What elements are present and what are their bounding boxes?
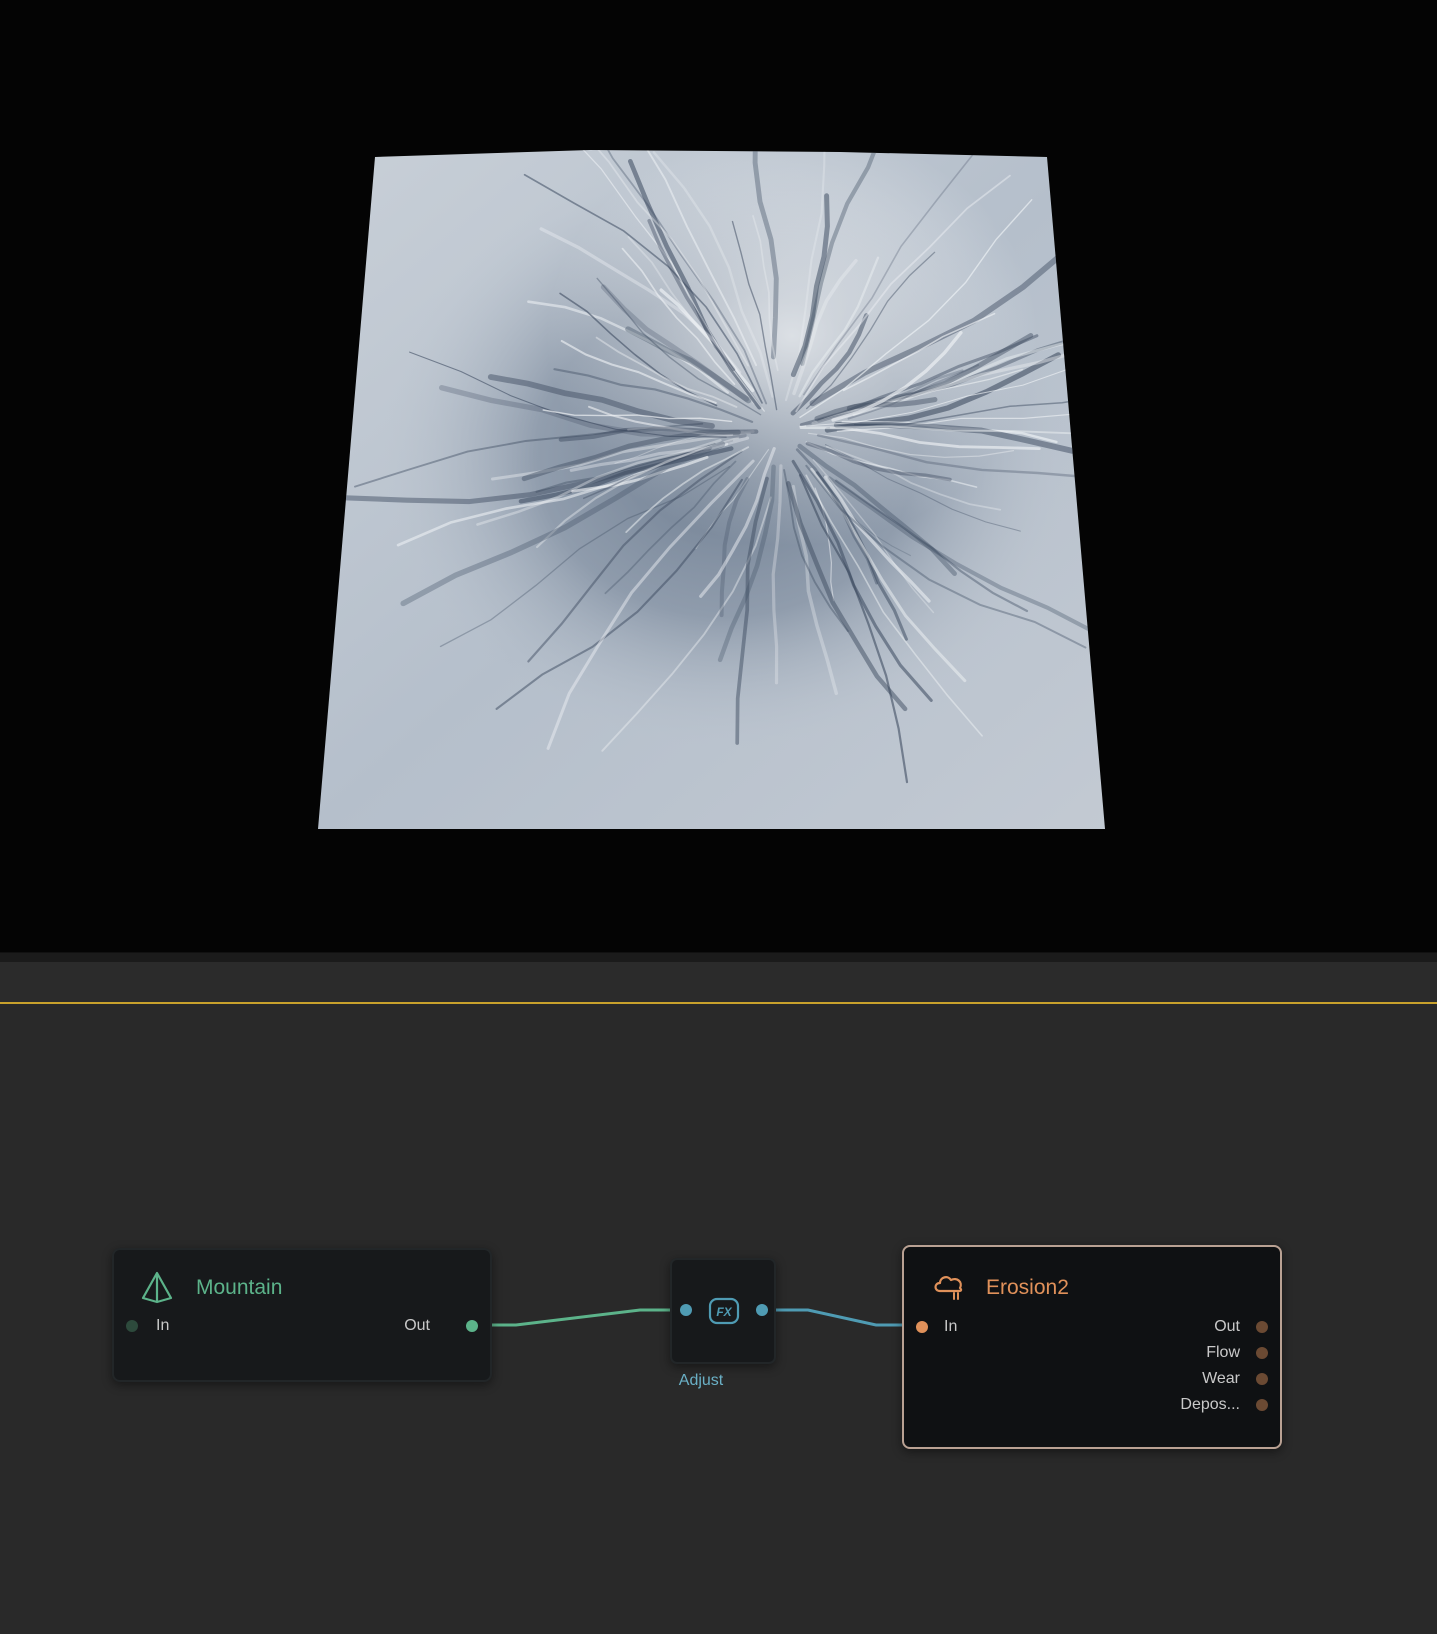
erosion-deposits-port[interactable] [1256, 1399, 1268, 1411]
mountain-in-label: In [156, 1317, 170, 1334]
terrain-render [318, 150, 1105, 829]
graph-toolbar [0, 962, 1437, 1002]
cloud-rain-icon [934, 1276, 963, 1300]
adjust-node[interactable]: FX [670, 1258, 776, 1364]
mountain-out-port[interactable] [466, 1320, 478, 1332]
adjust-node-caption: Adjust [678, 1372, 724, 1389]
mountain-out-label: Out [404, 1317, 430, 1334]
node-graph-canvas[interactable]: Mountain In Out FX Adjust Erosion2 In Ou… [0, 1004, 1437, 1634]
erosion-flow-label: Flow [1206, 1344, 1240, 1361]
mountain-node-title: Mountain [196, 1276, 283, 1299]
erosion-flow-port[interactable] [1256, 1347, 1268, 1359]
terrain-viewport[interactable] [0, 0, 1437, 952]
wire-adjust-to-erosion[interactable] [776, 1308, 902, 1327]
pyramid-icon [141, 1271, 173, 1304]
erosion-wear-label: Wear [1202, 1370, 1240, 1387]
erosion-in-label: In [944, 1318, 958, 1335]
erosion-deposits-label: Depos... [1180, 1396, 1240, 1413]
erosion-node[interactable]: Erosion2 In Out Flow Wear Depos... [902, 1245, 1282, 1449]
adjust-out-port[interactable] [756, 1304, 768, 1316]
fx-icon: FX [708, 1297, 740, 1325]
mountain-in-port[interactable] [126, 1320, 138, 1332]
erosion-out-port[interactable] [1256, 1321, 1268, 1333]
adjust-in-port[interactable] [680, 1304, 692, 1316]
erosion-wear-port[interactable] [1256, 1373, 1268, 1385]
erosion-in-port[interactable] [916, 1321, 928, 1333]
erosion-node-title: Erosion2 [986, 1276, 1069, 1299]
app-root: Mountain In Out FX Adjust Erosion2 In Ou… [0, 0, 1437, 1634]
mountain-node[interactable]: Mountain In Out [112, 1248, 492, 1382]
wire-mountain-to-adjust[interactable] [492, 1308, 670, 1327]
svg-text:FX: FX [716, 1305, 732, 1319]
erosion-out-label: Out [1214, 1318, 1240, 1335]
